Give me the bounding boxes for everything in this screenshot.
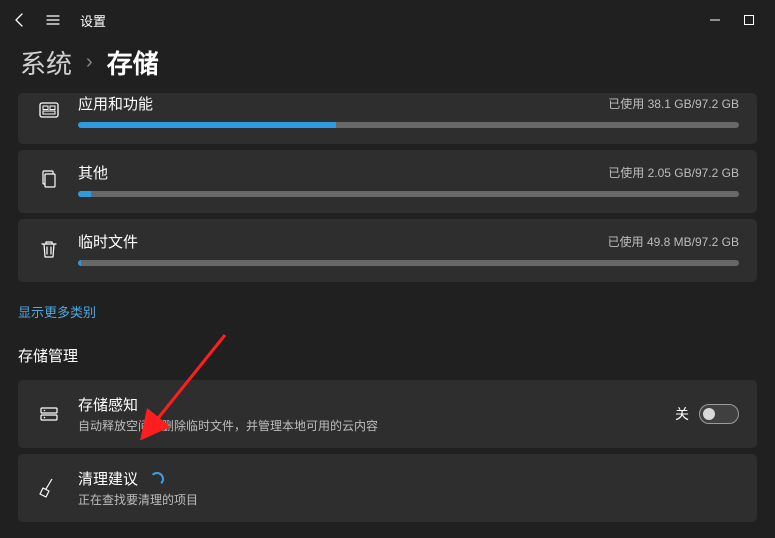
cleanup-sub: 正在查找要清理的项目	[78, 491, 739, 508]
storage-item-other[interactable]: 其他 已使用 2.05 GB/97.2 GB	[18, 150, 757, 213]
storage-item-title: 临时文件	[78, 231, 138, 252]
storage-sense-card[interactable]: 存储感知 自动释放空间、删除临时文件，并管理本地可用的云内容 关	[18, 380, 757, 448]
cleanup-recommendations-card[interactable]: 清理建议 正在查找要清理的项目	[18, 454, 757, 522]
cleanup-title: 清理建议	[78, 468, 138, 489]
storage-bar	[78, 191, 739, 197]
storage-item-apps-features[interactable]: 应用和功能 已使用 38.1 GB/97.2 GB	[18, 93, 757, 144]
storage-item-title: 其他	[78, 162, 108, 183]
menu-button[interactable]	[42, 9, 64, 31]
broom-icon	[36, 475, 62, 501]
storage-bar	[78, 260, 739, 266]
docs-icon	[36, 167, 62, 193]
trash-icon	[36, 236, 62, 262]
storage-management-heading: 存储管理	[0, 345, 775, 380]
show-more-categories-link[interactable]: 显示更多类别	[0, 288, 775, 345]
back-button[interactable]	[8, 9, 30, 31]
apps-icon	[36, 98, 62, 124]
storage-item-usage: 已使用 49.8 MB/97.2 GB	[608, 233, 739, 250]
storage-bar	[78, 122, 739, 128]
breadcrumb: 系统 › 存储	[0, 40, 775, 95]
storage-item-title: 应用和功能	[78, 93, 153, 114]
storage-item-usage: 已使用 2.05 GB/97.2 GB	[608, 164, 739, 181]
minimize-button[interactable]	[707, 12, 723, 28]
breadcrumb-level2: 存储	[107, 44, 159, 81]
loading-spinner-icon	[150, 472, 164, 486]
storage-sense-sub: 自动释放空间、删除临时文件，并管理本地可用的云内容	[78, 417, 659, 434]
breadcrumb-sep: ›	[86, 51, 93, 74]
storage-sense-title: 存储感知	[78, 394, 659, 415]
storage-sense-toggle[interactable]	[699, 404, 739, 424]
storage-sense-icon	[36, 401, 62, 427]
storage-item-temp-files[interactable]: 临时文件 已使用 49.8 MB/97.2 GB	[18, 219, 757, 282]
storage-sense-toggle-label: 关	[675, 404, 689, 424]
breadcrumb-level1[interactable]: 系统	[20, 44, 72, 81]
app-title: 设置	[80, 11, 106, 30]
storage-item-usage: 已使用 38.1 GB/97.2 GB	[608, 95, 739, 112]
maximize-button[interactable]	[741, 12, 757, 28]
